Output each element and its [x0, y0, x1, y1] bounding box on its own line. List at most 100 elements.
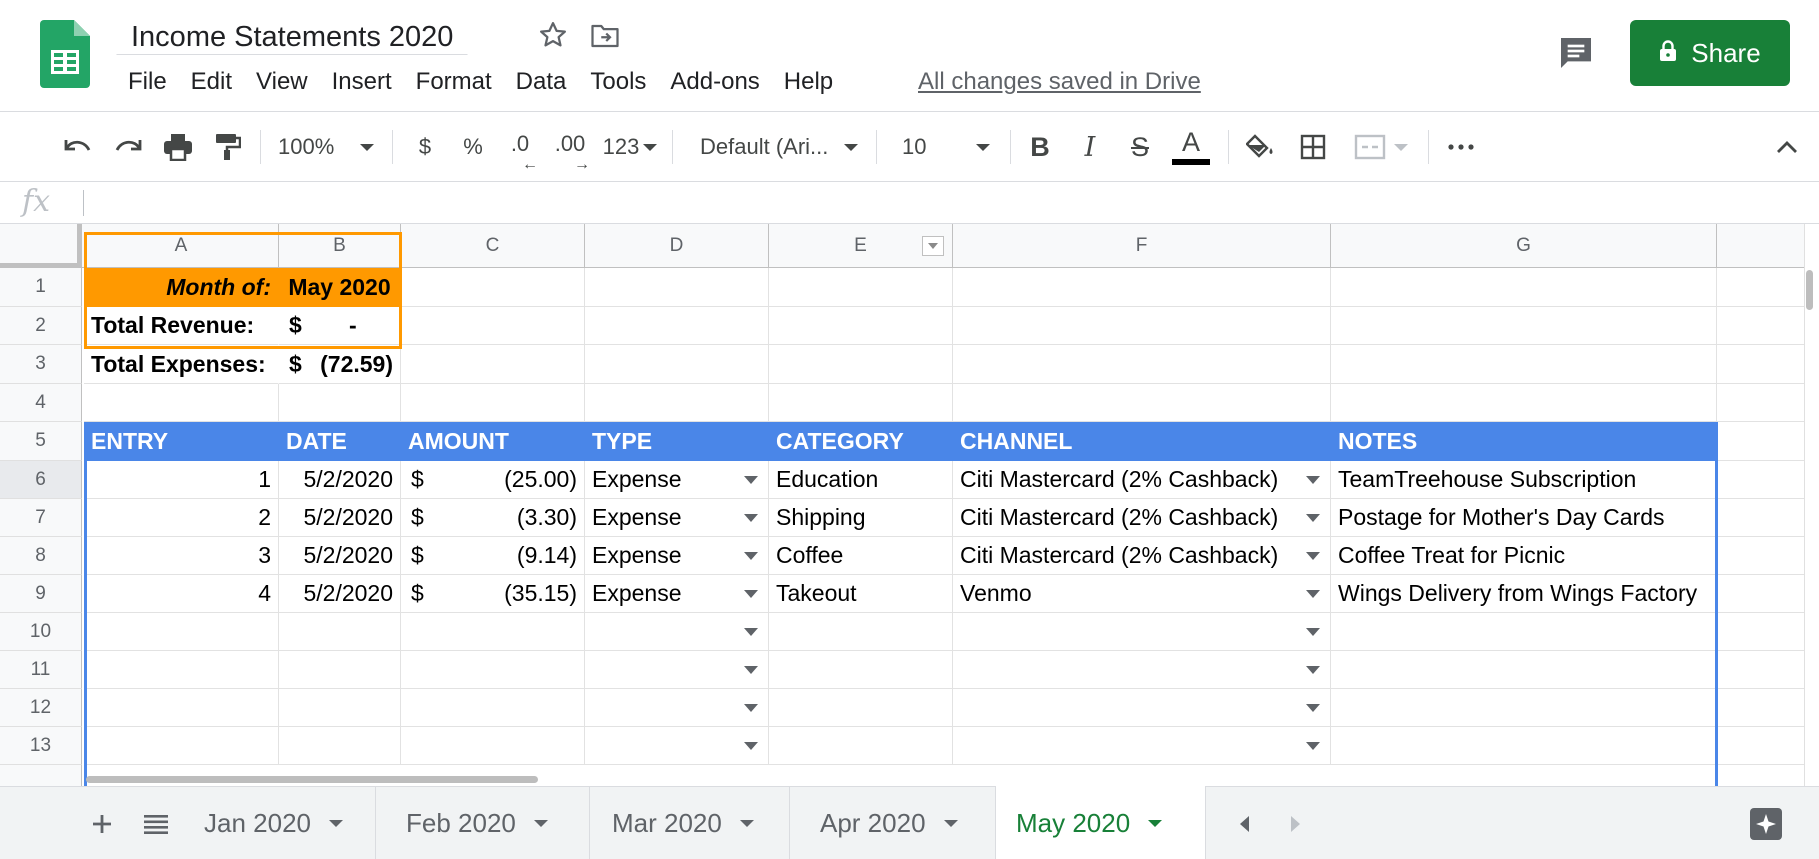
sheet-tab-mar-2020[interactable]: Mar 2020: [592, 787, 790, 859]
dropdown-arrow-icon[interactable]: [744, 589, 758, 598]
empty-cell[interactable]: [585, 268, 769, 307]
more-options-icon[interactable]: [1444, 112, 1478, 182]
chevron-down-icon[interactable]: [328, 820, 343, 827]
header-notes[interactable]: NOTES: [1331, 422, 1717, 461]
row-header[interactable]: 8: [0, 537, 82, 575]
empty-cell[interactable]: [953, 345, 1331, 384]
empty-cell[interactable]: [1331, 384, 1717, 422]
share-button[interactable]: Share: [1630, 20, 1790, 86]
empty-cell[interactable]: [401, 689, 585, 727]
text-color-button[interactable]: A: [1172, 112, 1210, 182]
menu-file[interactable]: File: [116, 64, 179, 100]
category-cell[interactable]: Education: [769, 461, 953, 499]
notes-cell[interactable]: Wings Delivery from Wings Factory: [1331, 575, 1717, 613]
empty-cell[interactable]: [1717, 651, 1817, 689]
column-header-d[interactable]: D: [585, 224, 769, 268]
empty-cell[interactable]: [1717, 345, 1817, 384]
header-date[interactable]: DATE: [279, 422, 401, 461]
amount-cell[interactable]: $ (9.14): [401, 537, 585, 575]
date-cell[interactable]: 5/2/2020: [279, 575, 401, 613]
expenses-value-cell[interactable]: $ (72.59): [279, 345, 401, 384]
chevron-down-icon[interactable]: [1148, 819, 1163, 827]
row-header[interactable]: 10: [0, 613, 82, 651]
channel-dropdown[interactable]: [953, 651, 1331, 689]
formula-bar[interactable]: fx: [0, 182, 1819, 224]
amount-cell[interactable]: $ (35.15): [401, 575, 585, 613]
print-icon[interactable]: [158, 112, 198, 182]
type-dropdown[interactable]: [585, 613, 769, 651]
increase-decimal-button[interactable]: .00 →: [550, 112, 590, 182]
type-dropdown[interactable]: Expense: [585, 499, 769, 537]
type-dropdown[interactable]: Expense: [585, 537, 769, 575]
empty-cell[interactable]: [769, 651, 953, 689]
row-header[interactable]: 13: [0, 727, 82, 765]
empty-cell[interactable]: [1331, 268, 1717, 307]
category-cell[interactable]: Takeout: [769, 575, 953, 613]
notes-cell[interactable]: Postage for Mother's Day Cards: [1331, 499, 1717, 537]
explore-icon[interactable]: [1744, 787, 1788, 859]
row-header[interactable]: 7: [0, 499, 82, 537]
column-header-f[interactable]: F: [953, 224, 1331, 268]
empty-cell[interactable]: [769, 689, 953, 727]
row-header[interactable]: 2: [0, 307, 82, 345]
empty-cell[interactable]: [84, 613, 279, 651]
empty-cell[interactable]: [1331, 307, 1717, 345]
empty-cell[interactable]: [401, 651, 585, 689]
empty-cell[interactable]: [585, 345, 769, 384]
empty-cell[interactable]: [585, 384, 769, 422]
empty-cell[interactable]: [401, 345, 585, 384]
zoom-select[interactable]: 100%: [278, 112, 378, 182]
channel-dropdown[interactable]: [953, 727, 1331, 765]
column-header-c[interactable]: C: [401, 224, 585, 268]
dropdown-arrow-icon[interactable]: [744, 513, 758, 522]
merge-cells-icon[interactable]: [1346, 112, 1416, 182]
scroll-tabs-left-icon[interactable]: [1226, 787, 1262, 859]
dropdown-arrow-icon[interactable]: [744, 627, 758, 636]
type-dropdown[interactable]: [585, 727, 769, 765]
vertical-scrollbar-thumb[interactable]: [1806, 270, 1813, 310]
row-header[interactable]: 6: [0, 461, 82, 499]
column-header-e[interactable]: E: [769, 224, 953, 268]
empty-cell[interactable]: [953, 268, 1331, 307]
collapse-toolbar-icon[interactable]: [1770, 112, 1804, 182]
empty-cell[interactable]: [1717, 575, 1817, 613]
sheet-tab-apr-2020[interactable]: Apr 2020: [800, 787, 996, 859]
chevron-down-icon[interactable]: [739, 820, 754, 827]
type-dropdown[interactable]: [585, 689, 769, 727]
empty-cell[interactable]: [279, 727, 401, 765]
channel-dropdown[interactable]: [953, 613, 1331, 651]
dropdown-arrow-icon[interactable]: [1306, 741, 1320, 750]
dropdown-arrow-icon[interactable]: [744, 741, 758, 750]
header-type[interactable]: TYPE: [585, 422, 769, 461]
strikethrough-button[interactable]: S: [1126, 112, 1154, 182]
add-sheet-icon[interactable]: [84, 787, 120, 859]
channel-dropdown[interactable]: Venmo: [953, 575, 1331, 613]
borders-icon[interactable]: [1296, 112, 1330, 182]
date-cell[interactable]: 5/2/2020: [279, 499, 401, 537]
empty-cell[interactable]: [84, 651, 279, 689]
chevron-down-icon[interactable]: [943, 820, 958, 827]
empty-cell[interactable]: [1331, 727, 1717, 765]
italic-button[interactable]: I: [1076, 112, 1104, 182]
font-size-select[interactable]: 10: [902, 112, 1002, 182]
menu-help[interactable]: Help: [772, 64, 845, 100]
format-currency-button[interactable]: $: [410, 112, 440, 182]
empty-cell[interactable]: [1717, 537, 1817, 575]
format-percent-button[interactable]: %: [458, 112, 488, 182]
entry-cell[interactable]: 4: [84, 575, 279, 613]
star-icon[interactable]: [538, 20, 568, 50]
paint-format-icon[interactable]: [208, 112, 248, 182]
empty-cell[interactable]: [1717, 384, 1817, 422]
expenses-label-cell[interactable]: Total Expenses:: [84, 345, 279, 384]
revenue-value-cell[interactable]: $ -: [279, 307, 401, 345]
header-category[interactable]: CATEGORY: [769, 422, 953, 461]
empty-cell[interactable]: [769, 307, 953, 345]
undo-icon[interactable]: [58, 112, 98, 182]
amount-cell[interactable]: $ (25.00): [401, 461, 585, 499]
empty-cell[interactable]: [84, 384, 279, 422]
row-header[interactable]: 11: [0, 651, 82, 689]
dropdown-arrow-icon[interactable]: [1306, 703, 1320, 712]
channel-dropdown[interactable]: [953, 689, 1331, 727]
dropdown-arrow-icon[interactable]: [1306, 665, 1320, 674]
row-header[interactable]: 3: [0, 345, 82, 384]
